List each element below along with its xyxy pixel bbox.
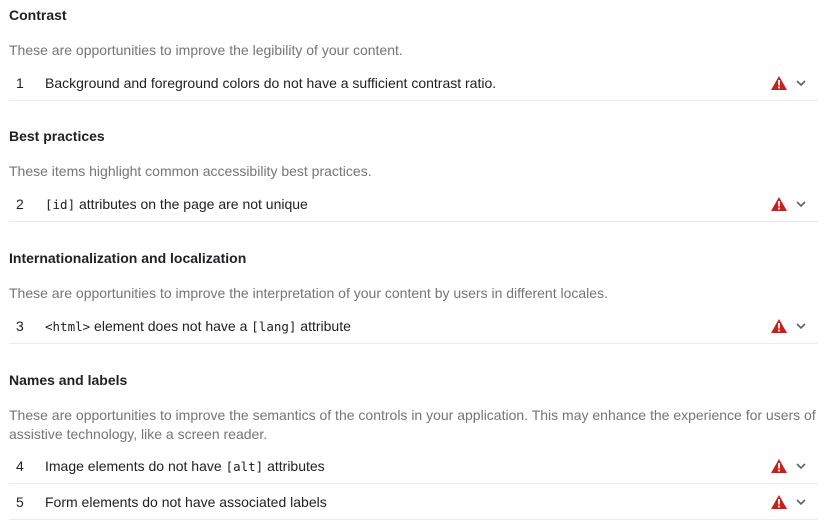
chevron-down-icon[interactable] <box>795 198 807 210</box>
fail-triangle-icon <box>771 76 787 90</box>
chevron-down-icon[interactable] <box>795 460 807 472</box>
section-description: These items highlight common accessibili… <box>9 163 372 179</box>
code-snippet: <html> <box>45 319 91 334</box>
code-snippet: [lang] <box>251 319 297 334</box>
audit-title: [id] attributes on the page are not uniq… <box>45 196 308 213</box>
audit-index: 2 <box>16 196 24 212</box>
audit-row[interactable]: 4 Image elements do not have [alt] attri… <box>9 449 818 484</box>
section-title: Best practices <box>9 128 105 144</box>
section-description: These are opportunities to improve the i… <box>9 285 608 301</box>
code-snippet: [id] <box>45 197 76 212</box>
chevron-down-icon[interactable] <box>795 320 807 332</box>
audit-index: 4 <box>16 458 24 474</box>
section-description: These are opportunities to improve the l… <box>9 42 403 58</box>
fail-triangle-icon <box>771 459 787 473</box>
section-title: Internationalization and localization <box>9 250 247 266</box>
audit-title-text: Form elements do not have associated lab… <box>45 494 327 510</box>
audit-title-text: Image elements do not have <box>45 458 226 474</box>
fail-triangle-icon <box>771 495 787 509</box>
audit-index: 3 <box>16 318 24 334</box>
section-title: Names and labels <box>9 372 128 388</box>
audit-title: Image elements do not have [alt] attribu… <box>45 458 325 475</box>
audit-title-text: attribute <box>296 318 351 334</box>
section-title: Contrast <box>9 7 67 23</box>
audit-title: Background and foreground colors do not … <box>45 75 496 91</box>
section-description: These are opportunities to improve the s… <box>9 407 816 442</box>
chevron-down-icon[interactable] <box>795 496 807 508</box>
code-snippet: [alt] <box>225 459 264 474</box>
audit-row[interactable]: 1 Background and foreground colors do no… <box>9 66 818 101</box>
audit-index: 5 <box>16 494 24 510</box>
audit-row[interactable]: 3 <html> element does not have a [lang] … <box>9 309 818 344</box>
fail-triangle-icon <box>771 197 787 211</box>
audit-title: <html> element does not have a [lang] at… <box>45 318 351 335</box>
audit-index: 1 <box>16 75 24 91</box>
audit-title-text: attributes on the page are not unique <box>75 196 308 212</box>
audit-title-text: attributes <box>263 458 325 474</box>
audit-title: Form elements do not have associated lab… <box>45 494 327 510</box>
chevron-down-icon[interactable] <box>795 77 807 89</box>
audit-title-text: element does not have a <box>90 318 252 334</box>
audit-row[interactable]: 2 [id] attributes on the page are not un… <box>9 187 818 222</box>
audit-row[interactable]: 5 Form elements do not have associated l… <box>9 485 818 520</box>
audit-title-text: Background and foreground colors do not … <box>45 75 497 91</box>
fail-triangle-icon <box>771 319 787 333</box>
